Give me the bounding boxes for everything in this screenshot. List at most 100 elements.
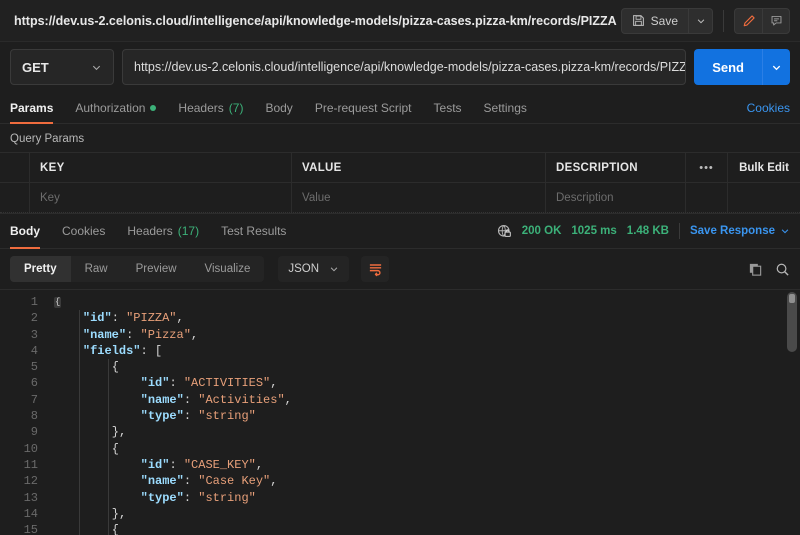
query-params-options-button[interactable]: ••• (686, 153, 728, 182)
toolbar-divider (723, 10, 724, 32)
code-line: "type": "string" (46, 490, 800, 506)
tab-authorization[interactable]: Authorization (64, 92, 167, 123)
http-method-select[interactable]: GET (10, 49, 114, 85)
row-checkbox-cell[interactable] (0, 183, 30, 212)
code-line: "type": "string" (46, 408, 800, 424)
response-tab-body[interactable]: Body (10, 214, 51, 248)
token-p: { (112, 442, 119, 456)
response-format-select[interactable]: JSON (278, 256, 349, 282)
bulk-edit-button[interactable]: Bulk Edit (728, 153, 800, 182)
line-number: 2 (0, 310, 38, 326)
param-value-input[interactable]: Value (292, 183, 546, 212)
tab-settings[interactable]: Settings (473, 92, 538, 123)
token-p: , (191, 328, 198, 342)
globe-lock-icon (497, 224, 512, 239)
cookies-link[interactable]: Cookies (747, 92, 790, 123)
tab-headers[interactable]: Headers (7) (167, 92, 254, 123)
token-p: }, (112, 507, 126, 521)
response-size: 1.48 KB (627, 225, 669, 237)
code-line: }, (46, 506, 800, 522)
param-description-input[interactable]: Description (546, 183, 686, 212)
tab-count: (7) (229, 101, 244, 115)
tab-label: Authorization (75, 101, 145, 115)
copy-button[interactable] (748, 262, 763, 277)
column-header-description: DESCRIPTION (546, 153, 686, 182)
scrollbar-thumb-cap (789, 294, 795, 303)
token-p: : (169, 376, 183, 390)
token-p: : (126, 328, 140, 342)
edit-button[interactable] (734, 8, 762, 34)
token-s: "string" (198, 491, 256, 505)
save-button[interactable]: Save (621, 8, 689, 34)
tab-label: Headers (178, 101, 223, 115)
token-s: "ACTIVITIES" (184, 376, 270, 390)
scrollbar-thumb[interactable] (787, 292, 797, 352)
view-mode-visualize[interactable]: Visualize (191, 256, 265, 282)
query-params-table: KEY VALUE DESCRIPTION ••• Bulk Edit Key … (0, 152, 800, 213)
line-number: 15 (0, 522, 38, 535)
code-line: "name": "Activities", (46, 392, 800, 408)
line-number: 13 (0, 490, 38, 506)
column-header-key: KEY (30, 153, 292, 182)
comment-icon (770, 14, 783, 27)
save-options-button[interactable] (689, 8, 713, 34)
response-tab-cookies[interactable]: Cookies (51, 214, 116, 248)
code-line: "name": "Case Key", (46, 473, 800, 489)
line-number: 3 (0, 327, 38, 343)
code-line: }, (46, 424, 800, 440)
word-wrap-button[interactable] (361, 256, 389, 282)
send-options-button[interactable] (762, 49, 790, 85)
response-bar: Body Cookies Headers(17)Test Results 200 O… (0, 213, 800, 249)
view-mode-raw[interactable]: Raw (71, 256, 122, 282)
vertical-scrollbar[interactable] (787, 292, 797, 535)
view-mode-preview[interactable]: Preview (122, 256, 191, 282)
token-s: "Pizza" (141, 328, 191, 342)
search-button[interactable] (775, 262, 790, 277)
tab-pre-request-script[interactable]: Pre-request Script (304, 92, 423, 123)
fold-marker[interactable]: { (54, 297, 61, 308)
send-button-label: Send (712, 60, 744, 75)
token-k: "type" (141, 409, 184, 423)
url-input[interactable]: https://dev.us-2.celonis.cloud/intellige… (122, 49, 686, 85)
line-number: 10 (0, 441, 38, 457)
send-button[interactable]: Send (694, 49, 762, 85)
tab-body[interactable]: Body (254, 92, 303, 123)
line-number: 7 (0, 392, 38, 408)
comment-button[interactable] (762, 8, 790, 34)
token-p: : [ (140, 344, 162, 358)
token-k: "name" (141, 474, 184, 488)
token-p: , (270, 376, 277, 390)
save-response-button[interactable]: Save Response (690, 225, 790, 237)
copy-icon (748, 262, 763, 277)
token-p: { (112, 523, 119, 535)
chevron-down-icon (696, 16, 706, 26)
tab-label: Settings (484, 101, 527, 115)
tab-params[interactable]: Params (10, 92, 64, 123)
request-title: https://dev.us-2.celonis.cloud/intellige… (14, 14, 621, 28)
tab-count: (17) (178, 224, 199, 238)
token-k: "type" (141, 491, 184, 505)
param-key-input[interactable]: Key (30, 183, 292, 212)
token-p: : (184, 393, 198, 407)
tab-label: Body (265, 101, 292, 115)
response-meta: 200 OK 1025 ms 1.48 KB Save Response (497, 214, 790, 248)
view-mode-pretty[interactable]: Pretty (10, 256, 71, 282)
row-spacer-cell (728, 183, 800, 212)
tab-tests[interactable]: Tests (423, 92, 473, 123)
response-tab-headers[interactable]: Headers(17) (116, 214, 210, 248)
code-line: "id": "ACTIVITIES", (46, 375, 800, 391)
save-button-label: Save (651, 14, 678, 28)
response-tab-test-results[interactable]: Test Results (210, 214, 297, 248)
select-all-cell[interactable] (0, 153, 30, 182)
search-icon (775, 262, 790, 277)
send-button-group: Send (694, 49, 790, 85)
response-body-viewer[interactable]: 123456789101112131415 {"id": "PIZZA","na… (0, 289, 800, 535)
line-number: 9 (0, 424, 38, 440)
tab-label: Pre-request Script (315, 101, 412, 115)
line-number: 6 (0, 375, 38, 391)
token-s: "CASE_KEY" (184, 458, 256, 472)
tab-label: Cookies (62, 224, 105, 238)
code-line: "id": "CASE_KEY", (46, 457, 800, 473)
code-line: { (46, 522, 800, 535)
token-s: "Case Key" (198, 474, 270, 488)
